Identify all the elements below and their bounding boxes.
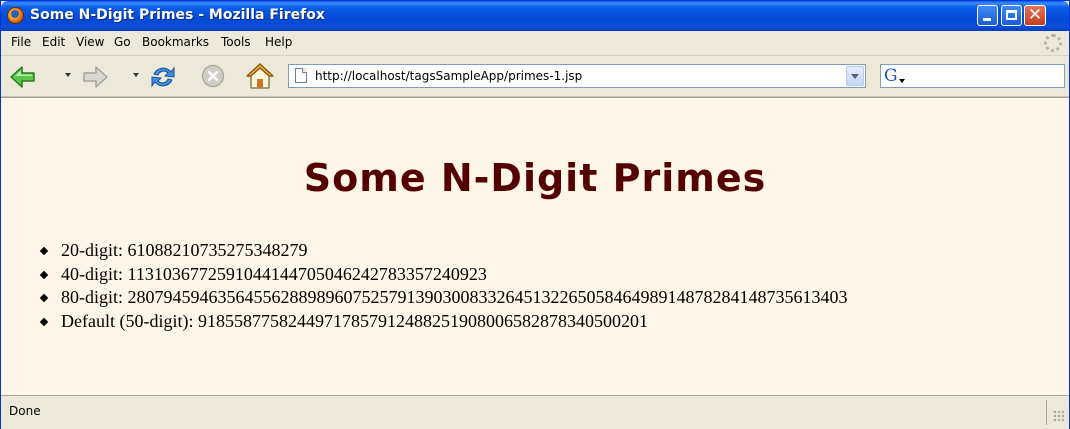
- close-button[interactable]: ✕: [1024, 5, 1046, 26]
- status-text: Done: [9, 404, 41, 418]
- menu-go[interactable]: Go: [114, 35, 131, 49]
- bullet-icon: [39, 317, 49, 326]
- navigation-toolbar: http://localhost/tagsSampleApp/primes-1.…: [1, 56, 1069, 97]
- window-title: Some N-Digit Primes - Mozilla Firefox: [30, 7, 325, 23]
- minimize-button[interactable]: [977, 5, 998, 26]
- menu-help[interactable]: Help: [265, 35, 292, 49]
- page-icon: [295, 68, 307, 83]
- menu-tools[interactable]: Tools: [221, 35, 251, 49]
- back-dropdown-icon[interactable]: [65, 73, 71, 77]
- url-history-dropdown-icon[interactable]: [846, 66, 864, 86]
- prime-text: Default (50-digit): 91855877582449717857…: [61, 310, 648, 331]
- maximize-button[interactable]: [1001, 5, 1022, 26]
- status-bar: Done: [1, 395, 1069, 429]
- menu-bookmarks[interactable]: Bookmarks: [142, 35, 209, 49]
- list-item: 80-digit: 280794594635645562889896075257…: [39, 286, 848, 310]
- close-icon: ✕: [1027, 5, 1043, 25]
- google-search-icon[interactable]: G: [884, 67, 905, 85]
- home-icon[interactable]: [245, 62, 275, 90]
- page-content: Some N-Digit Primes 20-digit: 6108821073…: [1, 97, 1069, 395]
- prime-list: 20-digit: 61088210735275348279 40-digit:…: [39, 239, 848, 334]
- reload-icon[interactable]: [149, 63, 177, 91]
- resize-grip-icon[interactable]: [1053, 410, 1066, 423]
- menu-view[interactable]: View: [76, 35, 104, 49]
- list-item: 40-digit: 113103677259104414470504624278…: [39, 263, 848, 287]
- prime-text: 80-digit: 280794594635645562889896075257…: [61, 287, 848, 307]
- list-item: 20-digit: 61088210735275348279: [39, 239, 848, 263]
- firefox-icon: [7, 7, 24, 24]
- throbber-icon: [1044, 34, 1062, 52]
- page-heading: Some N-Digit Primes: [303, 156, 767, 200]
- browser-window: Some N-Digit Primes - Mozilla Firefox ✕ …: [0, 0, 1070, 429]
- address-bar[interactable]: http://localhost/tagsSampleApp/primes-1.…: [288, 64, 866, 88]
- title-bar[interactable]: Some N-Digit Primes - Mozilla Firefox ✕: [1, 1, 1069, 31]
- forward-arrow-icon[interactable]: [82, 65, 108, 89]
- prime-text: 40-digit: 113103677259104414470504624278…: [61, 263, 487, 284]
- maximize-icon: [1006, 10, 1017, 20]
- list-item: Default (50-digit): 91855877582449717857…: [39, 310, 848, 334]
- bullet-icon: [39, 270, 49, 279]
- stop-icon[interactable]: [201, 64, 225, 88]
- bullet-icon: [39, 246, 49, 256]
- menu-file[interactable]: File: [11, 35, 31, 49]
- back-arrow-icon[interactable]: [10, 65, 36, 89]
- search-box[interactable]: G: [880, 64, 1065, 88]
- status-divider: [1046, 400, 1047, 425]
- menu-bar: File Edit View Go Bookmarks Tools Help: [1, 31, 1069, 56]
- bullet-icon: [39, 293, 49, 303]
- forward-dropdown-icon[interactable]: [133, 73, 139, 77]
- prime-text: 20-digit: 61088210735275348279: [61, 240, 308, 260]
- menu-edit[interactable]: Edit: [42, 35, 65, 49]
- url-text[interactable]: http://localhost/tagsSampleApp/primes-1.…: [315, 69, 582, 83]
- minimize-icon: [983, 18, 991, 21]
